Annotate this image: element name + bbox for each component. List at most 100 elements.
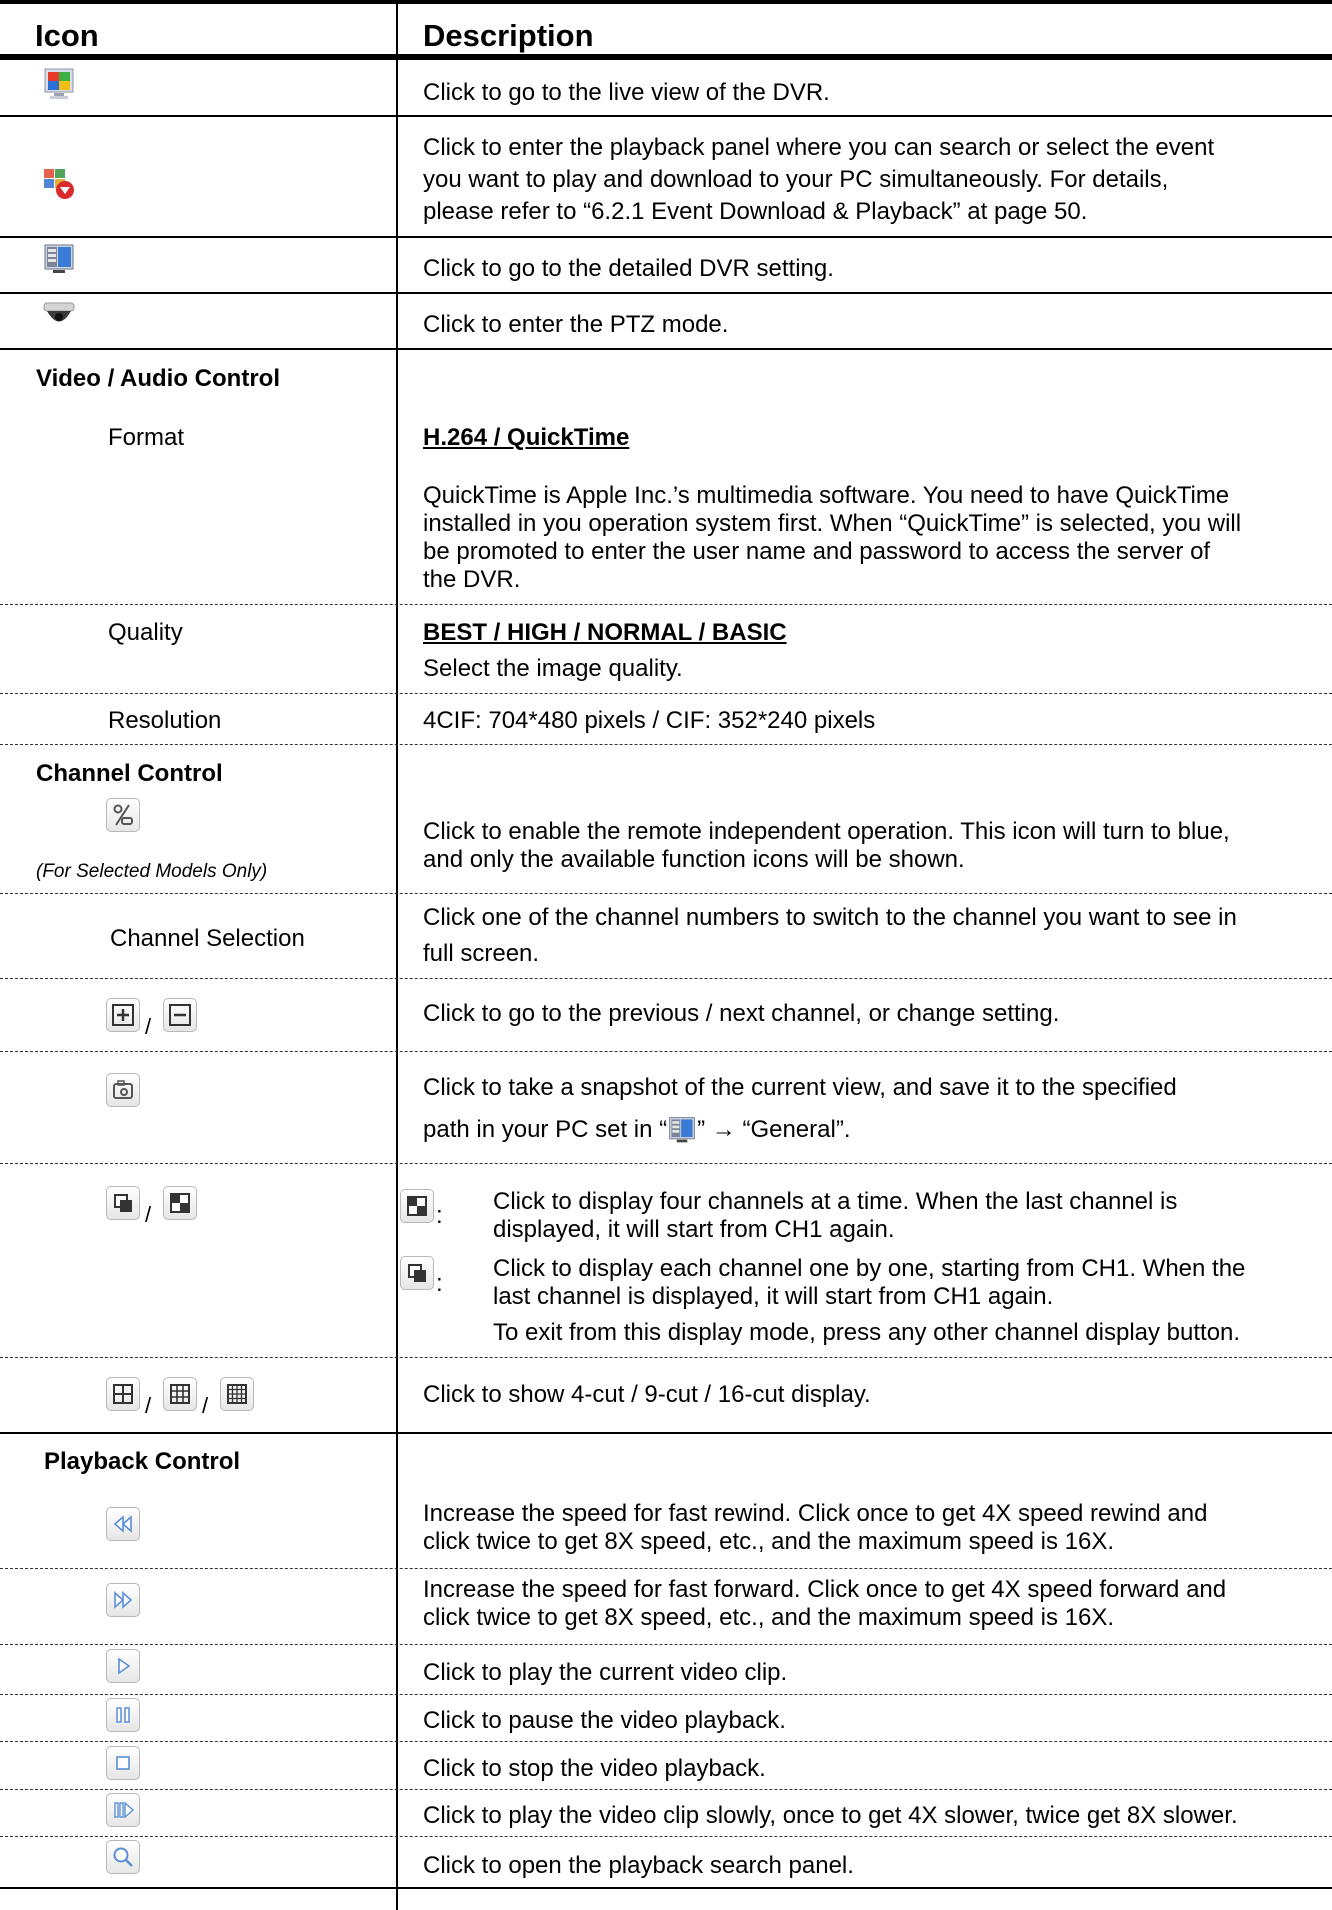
pause-icon [116, 1707, 130, 1723]
row-rule [0, 1432, 1332, 1434]
slow-play-button[interactable] [106, 1793, 140, 1827]
snapshot-desc-2a: path in your PC set in “ [423, 1116, 668, 1143]
column-divider [396, 0, 398, 1910]
snapshot-button[interactable] [106, 1073, 140, 1107]
play-button[interactable] [106, 1649, 140, 1683]
quality-desc: Select the image quality. [423, 655, 683, 682]
format-desc-2: installed in you operation system first.… [423, 510, 1242, 537]
forward-desc-1: Increase the speed for fast forward. Cli… [423, 1576, 1227, 1603]
quad-button[interactable] [163, 1186, 197, 1220]
rewind-desc-1: Increase the speed for fast rewind. Clic… [423, 1500, 1208, 1527]
icon-description-table: Icon Description Click to go to the live… [0, 0, 1332, 1910]
row-rule [0, 292, 1332, 294]
quad-colon: : [436, 1202, 443, 1229]
icon-column-header: Icon [35, 18, 99, 53]
quality-value[interactable]: BEST / HIGH / NORMAL / BASIC [423, 619, 1328, 647]
ptz-camera-icon[interactable] [42, 298, 76, 332]
nine-cut-button[interactable] [163, 1377, 197, 1411]
row-rule [0, 893, 1332, 894]
snapshot-desc-2: path in your PC set in “ ” → “General”. [423, 1115, 851, 1144]
channel-selection-label: Channel Selection [110, 925, 305, 952]
remote-operation-icon [113, 804, 133, 826]
search-desc: Click to open the playback search panel. [423, 1852, 854, 1879]
dvr-setting-icon[interactable] [42, 242, 76, 276]
resolution-label: Resolution [108, 707, 222, 734]
stop-button[interactable] [106, 1746, 140, 1780]
separator: / [145, 1202, 152, 1227]
format-desc-3: be promoted to enter the user name and p… [423, 538, 1211, 565]
channel-section-title: Channel Control [36, 760, 223, 787]
search-button[interactable] [106, 1840, 140, 1874]
fast-forward-icon [114, 1591, 133, 1609]
video-audio-section-title: Video / Audio Control [36, 365, 280, 392]
camera-icon [113, 1080, 133, 1099]
row-rule [0, 1163, 1332, 1164]
sequence-desc-1: Click to display each channel one by one… [493, 1255, 1246, 1282]
row-rule [0, 1694, 1332, 1695]
playback-desc-1: Click to enter the playback panel where … [423, 134, 1215, 161]
fast-forward-button[interactable] [106, 1583, 140, 1617]
row-rule [0, 978, 1332, 979]
exit-display-desc: To exit from this display mode, press an… [493, 1319, 1241, 1346]
rewind-icon [113, 1515, 132, 1533]
previous-channel-button[interactable] [163, 998, 197, 1032]
snapshot-desc-1: Click to take a snapshot of the current … [423, 1074, 1177, 1101]
separator: / [145, 1014, 152, 1039]
sequence-colon: : [436, 1270, 443, 1297]
pause-button[interactable] [106, 1698, 140, 1732]
format-value[interactable]: H.264 / QuickTime [423, 424, 1328, 452]
play-desc: Click to play the current video clip. [423, 1659, 788, 1686]
separator: / [202, 1393, 209, 1418]
quad-desc-1: Click to display four channels at a time… [493, 1188, 1178, 1215]
sequence-icon [114, 1194, 132, 1212]
minus-icon [169, 1004, 191, 1026]
slow-play-desc: Click to play the video clip slowly, onc… [423, 1802, 1238, 1829]
remote-operation-button[interactable] [106, 798, 140, 832]
format-desc-4: the DVR. [423, 566, 521, 593]
ptz-desc: Click to enter the PTZ mode. [423, 311, 729, 338]
dvr-setting-desc: Click to go to the detailed DVR setting. [423, 255, 834, 282]
format-label: Format [108, 424, 185, 451]
row-rule [0, 1887, 1332, 1889]
playback-desc-2: you want to play and download to your PC… [423, 166, 1169, 193]
row-rule [0, 1789, 1332, 1790]
snapshot-desc-2b: ” → “General”. [697, 1116, 851, 1143]
row-rule [0, 744, 1332, 745]
format-desc-1: QuickTime is Apple Inc.’s multimedia sof… [423, 482, 1230, 509]
description-column-header: Description [423, 18, 594, 53]
plus-icon [112, 1004, 134, 1026]
separator: / [145, 1393, 152, 1418]
sequence-desc-2: last channel is displayed, it will start… [493, 1283, 1054, 1310]
playback-section-title: Playback Control [44, 1448, 241, 1475]
remote-desc-1: Click to enable the remote independent o… [423, 818, 1230, 845]
row-rule [0, 1051, 1332, 1052]
row-rule [0, 115, 1332, 117]
selected-models-note: (For Selected Models Only) [36, 861, 268, 882]
search-icon [113, 1847, 133, 1867]
row-rule [0, 1568, 1332, 1569]
sequence-button[interactable] [106, 1186, 140, 1220]
nine-cut-icon [170, 1384, 190, 1404]
next-channel-button[interactable] [106, 998, 140, 1032]
sixteen-cut-button[interactable] [220, 1377, 254, 1411]
quad-desc-2: displayed, it will start from CH1 again. [493, 1216, 895, 1243]
playback-desc-3: please refer to “6.2.1 Event Download & … [423, 198, 1088, 225]
rewind-desc-2: click twice to get 8X speed, etc., and t… [423, 1528, 1115, 1555]
forward-desc-2: click twice to get 8X speed, etc., and t… [423, 1604, 1115, 1631]
playback-download-icon[interactable] [42, 166, 76, 200]
prev-next-desc: Click to go to the previous / next chann… [423, 1000, 1060, 1027]
rewind-button[interactable] [106, 1507, 140, 1541]
four-cut-icon [113, 1384, 133, 1404]
four-cut-button[interactable] [106, 1377, 140, 1411]
dvr-setting-icon [667, 1115, 697, 1143]
live-view-icon[interactable] [42, 67, 76, 101]
row-rule [0, 1644, 1332, 1645]
cut-display-desc: Click to show 4-cut / 9-cut / 16-cut dis… [423, 1381, 871, 1408]
resolution-desc: 4CIF: 704*480 pixels / CIF: 352*240 pixe… [423, 707, 876, 734]
remote-desc-2: and only the available function icons wi… [423, 846, 965, 873]
row-rule [0, 348, 1332, 350]
live-view-desc: Click to go to the live view of the DVR. [423, 79, 830, 106]
slow-play-icon [114, 1801, 135, 1819]
row-rule [0, 604, 1332, 605]
play-icon [118, 1657, 131, 1675]
